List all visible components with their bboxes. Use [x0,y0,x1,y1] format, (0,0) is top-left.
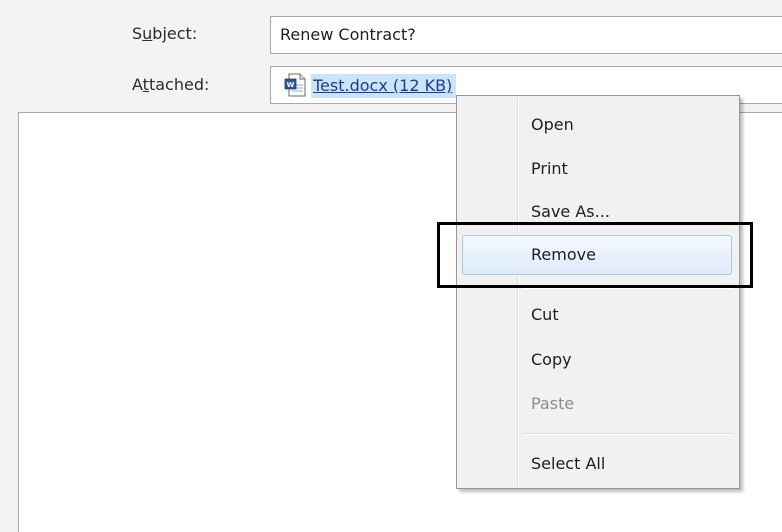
menu-item-print[interactable]: Print [459,149,737,189]
attached-label: Attached: [132,75,210,94]
word-document-icon[interactable]: W [284,73,308,97]
menu-item-copy[interactable]: Copy [459,340,737,380]
menu-separator [523,287,733,289]
svg-text:W: W [287,81,295,89]
context-menu: Open Print Save As... Remove Cut Copy Pa… [456,95,740,489]
menu-item-select-all[interactable]: Select All [459,444,737,484]
menu-separator [523,433,733,435]
subject-input[interactable]: Renew Contract? [270,16,782,54]
attachment-link[interactable]: Test.docx (12 KB) [311,74,457,98]
menu-item-open[interactable]: Open [459,105,737,145]
menu-item-remove[interactable]: Remove [462,235,732,275]
menu-item-save-as[interactable]: Save As... [459,192,737,232]
menu-item-cut[interactable]: Cut [459,295,737,335]
subject-label: Subject: [132,24,198,43]
menu-item-paste: Paste [531,394,575,413]
